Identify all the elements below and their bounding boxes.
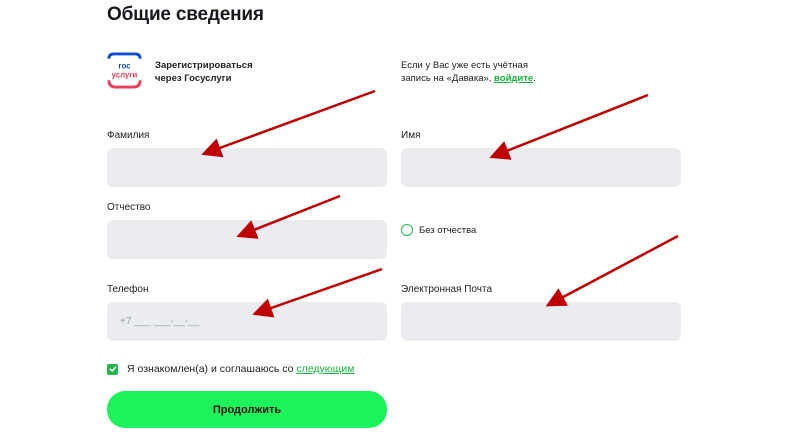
first-name-label: Имя [401,130,421,141]
email-label: Электронная Почта [401,284,493,295]
gosuslugi-text-line1: Зарегистрироваться [155,60,253,71]
arrow-icon [545,234,679,307]
login-note-line2: запись на «Давака», войдите. [401,72,536,85]
email-input[interactable] [401,302,681,341]
phone-input[interactable] [107,302,387,341]
no-patronymic-option[interactable]: Без отчества [401,224,476,236]
agreement-row: Я ознакомлен(а) и соглашаюсь со следующи… [107,363,354,375]
arrow-icon [489,93,649,160]
login-note-prefix: запись на «Давака», [401,73,492,84]
gosuslugi-logo-line2: услуги [112,70,138,79]
gosuslugi-text-line2: через Госуслуги [155,73,232,84]
gosuslugi-logo[interactable]: гос услуги [105,51,144,90]
agreement-text-main: Я ознакомлен(а) и соглашаюсь со [127,363,297,375]
patronymic-label: Отчество [107,202,151,213]
first-name-input[interactable] [401,148,681,187]
login-note-suffix: . [533,73,536,84]
checkmark-icon [108,366,117,372]
arrow-icon [201,89,376,158]
phone-label: Телефон [107,284,149,295]
no-patronymic-radio[interactable] [401,224,413,236]
patronymic-input[interactable] [107,220,387,259]
login-note-line1: Если у Вас уже есть учётная [401,60,528,71]
agreement-checkbox[interactable] [107,363,118,375]
agreement-link[interactable]: следующим [296,363,354,375]
login-note: Если у Вас уже есть учётная запись на «Д… [401,59,536,85]
last-name-input[interactable] [107,148,387,187]
page-title: Общие сведения [107,4,264,25]
gosuslugi-register-link[interactable]: Зарегистрироваться через Госуслуги [155,59,253,85]
login-link[interactable]: войдите [494,73,533,84]
continue-button[interactable]: Продолжить [107,391,387,428]
no-patronymic-label: Без отчества [419,224,477,236]
gosuslugi-logo-line1: гос [118,62,131,71]
last-name-label: Фамилия [107,130,150,141]
agreement-text: Я ознакомлен(а) и соглашаюсь со следующи… [127,363,354,375]
